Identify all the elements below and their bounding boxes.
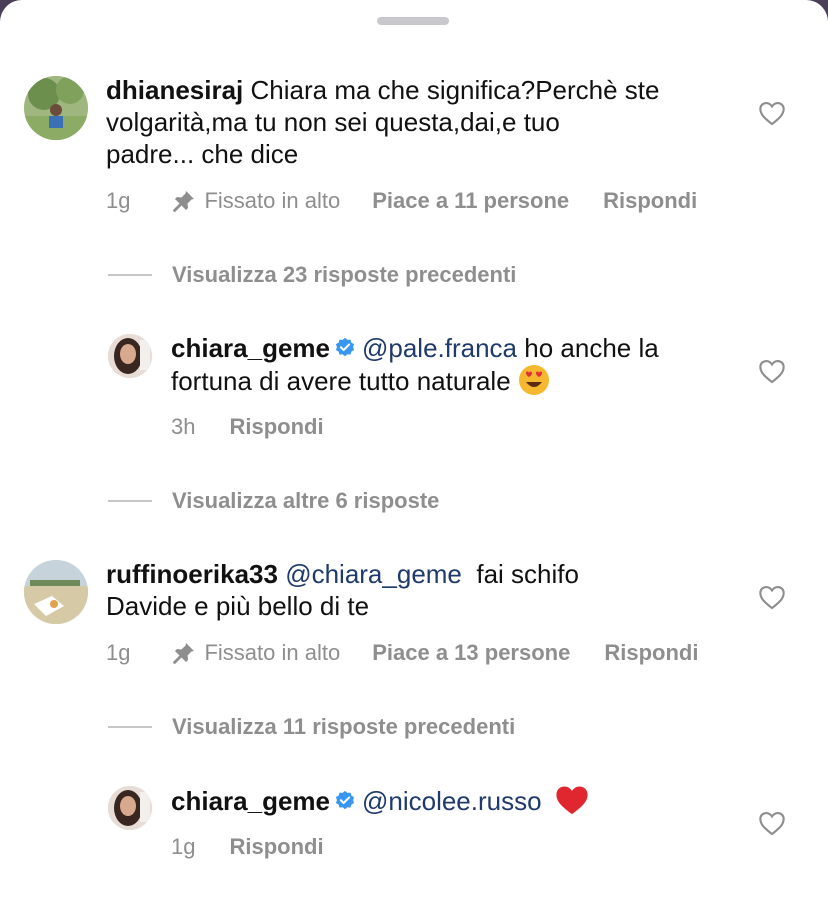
avatar[interactable] bbox=[108, 786, 152, 830]
comment-body-line1: fai schifo bbox=[461, 559, 579, 589]
reply-button[interactable]: Rispondi bbox=[229, 414, 323, 440]
comment-meta: 1g Fissato in alto Piace a 13 persone Ri… bbox=[106, 640, 698, 666]
comment-text: chiara_geme @nicolee.russo bbox=[171, 784, 741, 817]
reply-button[interactable]: Rispondi bbox=[603, 188, 697, 214]
pin-icon bbox=[173, 191, 195, 212]
comment-time: 1g bbox=[106, 188, 131, 213]
username[interactable]: dhianesiraj bbox=[106, 75, 243, 105]
likes-count[interactable]: Piace a 11 persone bbox=[372, 188, 569, 214]
divider bbox=[108, 726, 152, 728]
comment-time: 1g bbox=[106, 640, 131, 665]
mention-link[interactable]: @chiara_geme bbox=[285, 559, 462, 589]
view-more-replies[interactable]: Visualizza altre 6 risposte bbox=[108, 488, 439, 514]
verified-badge-icon bbox=[335, 337, 355, 357]
avatar[interactable] bbox=[108, 334, 152, 378]
view-previous-replies[interactable]: Visualizza 23 risposte precedenti bbox=[108, 262, 516, 288]
comment-body-line3: padre... che dice bbox=[106, 139, 299, 169]
username[interactable]: chiara_geme bbox=[171, 786, 330, 816]
mention-link[interactable]: @pale.franca bbox=[362, 333, 517, 363]
pinned-label: Fissato in alto bbox=[172, 640, 340, 666]
verified-badge-icon bbox=[335, 790, 355, 810]
like-heart-icon[interactable] bbox=[758, 584, 786, 610]
red-heart-emoji-icon bbox=[556, 786, 588, 815]
mention-link[interactable]: @nicolee.russo bbox=[362, 786, 542, 816]
avatar[interactable] bbox=[24, 76, 88, 140]
comment-text: chiara_geme @pale.franca ho anche la fort… bbox=[171, 332, 741, 397]
divider bbox=[108, 274, 152, 276]
divider bbox=[108, 500, 152, 502]
heart-eyes-emoji-icon bbox=[518, 365, 549, 395]
pin-icon bbox=[173, 643, 195, 664]
comment-time: 3h bbox=[171, 414, 196, 439]
reply-button[interactable]: Rispondi bbox=[604, 640, 698, 666]
comment-meta: 3h Rispondi bbox=[171, 414, 324, 440]
comment-meta: 1g Fissato in alto Piace a 11 persone Ri… bbox=[106, 188, 697, 214]
likes-count[interactable]: Piace a 13 persone bbox=[372, 640, 570, 666]
pinned-label: Fissato in alto bbox=[172, 188, 340, 214]
username[interactable]: chiara_geme bbox=[171, 333, 330, 363]
comment-body-line2: fortuna di avere tutto naturale bbox=[171, 366, 511, 396]
comment-body-line1: Chiara ma che significa?Perchè ste bbox=[250, 75, 660, 105]
comments-sheet: dhianesiraj Chiara ma che significa?Perc… bbox=[0, 0, 828, 906]
drag-handle[interactable] bbox=[377, 17, 449, 25]
like-heart-icon[interactable] bbox=[758, 358, 786, 384]
comment-text: ruffinoerika33 @chiara_geme fai schifo D… bbox=[106, 558, 746, 622]
like-heart-icon[interactable] bbox=[758, 810, 786, 836]
comment-body-line1: ho anche la bbox=[517, 333, 659, 363]
comment-time: 1g bbox=[171, 834, 196, 859]
username[interactable]: ruffinoerika33 bbox=[106, 559, 278, 589]
view-previous-replies[interactable]: Visualizza 11 risposte precedenti bbox=[108, 714, 515, 740]
comment-body-line2: volgarità,ma tu non sei questa,dai,e tuo bbox=[106, 107, 560, 137]
avatar[interactable] bbox=[24, 560, 88, 624]
reply-button[interactable]: Rispondi bbox=[229, 834, 323, 860]
comment-body-line2: Davide e più bello di te bbox=[106, 591, 370, 621]
comment-meta: 1g Rispondi bbox=[171, 834, 324, 860]
like-heart-icon[interactable] bbox=[758, 100, 786, 126]
comment-text: dhianesiraj Chiara ma che significa?Perc… bbox=[106, 74, 746, 170]
